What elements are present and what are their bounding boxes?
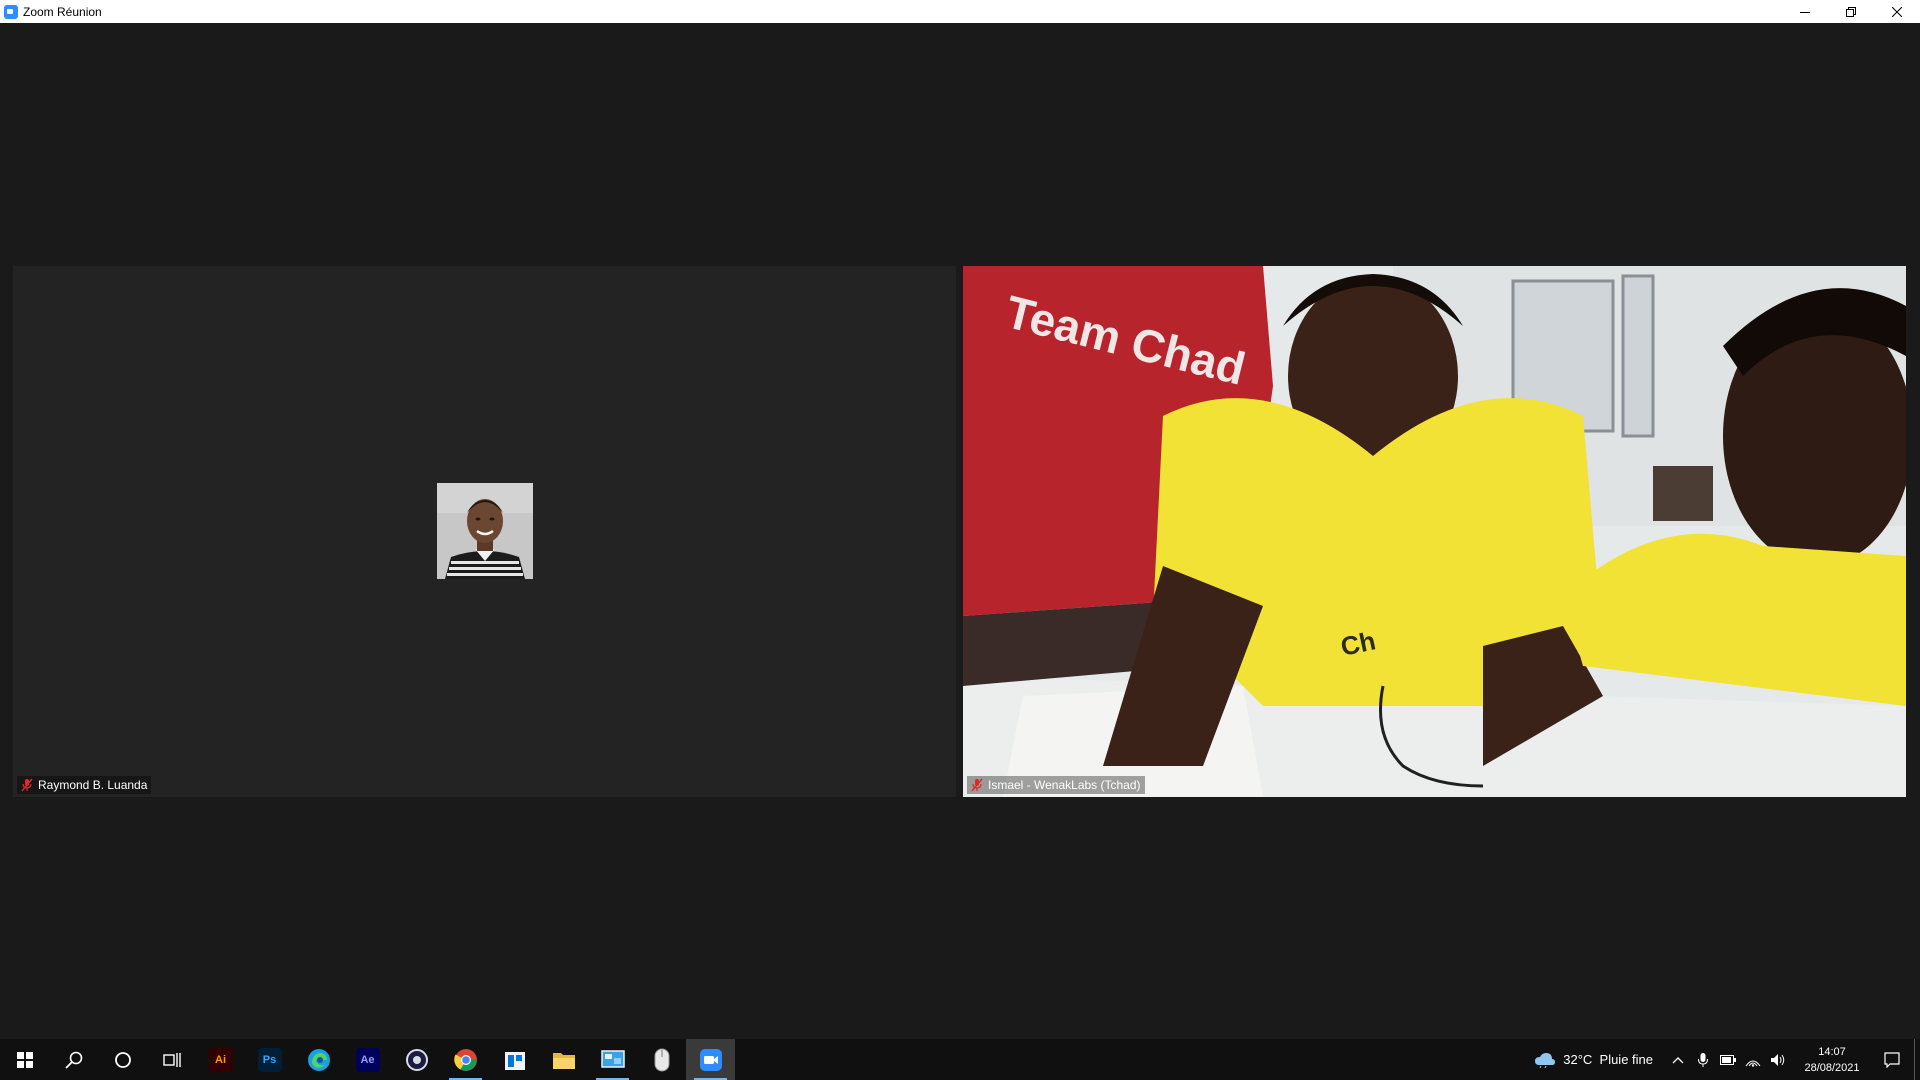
- store-icon: [504, 1051, 525, 1070]
- illustrator-button[interactable]: Ai: [196, 1039, 245, 1080]
- participant-tile[interactable]: Raymond B. Luanda: [13, 266, 956, 797]
- after-effects-button[interactable]: Ae: [343, 1039, 392, 1080]
- control-panel-button[interactable]: [588, 1039, 637, 1080]
- microphone-icon: [1697, 1052, 1708, 1067]
- after-effects-icon: Ae: [355, 1047, 380, 1072]
- edge-icon: [307, 1048, 330, 1071]
- chrome-icon: [453, 1048, 477, 1071]
- cinema4d-button[interactable]: [392, 1039, 441, 1080]
- store-button[interactable]: [490, 1039, 539, 1080]
- task-view-button[interactable]: [147, 1039, 196, 1080]
- action-center-button[interactable]: [1870, 1039, 1914, 1080]
- clock-time: 14:07: [1818, 1045, 1846, 1058]
- close-icon: [1892, 6, 1902, 17]
- task-view-icon: [162, 1052, 181, 1067]
- participant-name: Ismael - WenakLabs (Tchad): [988, 778, 1141, 792]
- weather-widget[interactable]: 32°C Pluie fine: [1534, 1052, 1653, 1068]
- volume-tray-button[interactable]: [1765, 1039, 1790, 1080]
- photoshop-button[interactable]: Ps: [245, 1039, 294, 1080]
- notification-icon: [1884, 1051, 1900, 1068]
- file-explorer-button[interactable]: [539, 1039, 588, 1080]
- restore-icon: [1846, 6, 1856, 17]
- microphone-tray-button[interactable]: [1690, 1039, 1715, 1080]
- restore-button[interactable]: [1828, 0, 1874, 23]
- mic-muted-icon: [971, 778, 983, 792]
- control-panel-icon: [600, 1049, 625, 1068]
- speaker-icon: [1770, 1053, 1784, 1066]
- mic-muted-icon: [21, 778, 33, 792]
- photoshop-icon: Ps: [257, 1047, 282, 1072]
- profile-photo: [437, 483, 533, 579]
- cortana-circle-icon: [114, 1051, 131, 1068]
- windows-start-icon: [16, 1051, 33, 1068]
- cinema4d-icon: [405, 1048, 428, 1071]
- window-controls: [1782, 0, 1920, 23]
- clock-date: 28/08/2021: [1804, 1061, 1860, 1074]
- zoom-camera-icon: [699, 1048, 722, 1071]
- participant-tile[interactable]: Team Chad Ch Ismael - WenakLabs (Tchad): [963, 266, 1906, 797]
- battery-icon: [1719, 1054, 1736, 1065]
- teamviewer-button[interactable]: [637, 1039, 686, 1080]
- illustrator-icon: Ai: [208, 1047, 233, 1072]
- chrome-button[interactable]: [441, 1039, 490, 1080]
- wifi-icon: [1745, 1060, 1760, 1067]
- network-tray-button[interactable]: [1740, 1039, 1765, 1080]
- search-button[interactable]: [49, 1039, 98, 1080]
- cloud-rain-icon: [1535, 1052, 1556, 1068]
- zoom-icon: [4, 4, 18, 19]
- zoom-button[interactable]: [686, 1039, 735, 1080]
- taskbar: Ai Ps Ae 32°C Pluie fine 14:07 28/08/202…: [0, 1039, 1920, 1080]
- window-title: Zoom Réunion: [23, 4, 102, 19]
- participant-name-tag: Raymond B. Luanda: [17, 776, 152, 794]
- participant-video: Team Chad Ch: [963, 266, 1906, 797]
- edge-button[interactable]: [294, 1039, 343, 1080]
- search-icon: [64, 1051, 82, 1069]
- avatar: [437, 483, 533, 579]
- battery-tray-button[interactable]: [1715, 1039, 1740, 1080]
- system-tray: 32°C Pluie fine 14:07 28/08/2021: [1534, 1039, 1920, 1080]
- show-hidden-icons-button[interactable]: [1665, 1039, 1690, 1080]
- meeting-area: Raymond B. Luanda Team Chad Ch Ismael - …: [0, 23, 1920, 1039]
- folder-icon: [552, 1052, 575, 1069]
- clock[interactable]: 14:07 28/08/2021: [1794, 1044, 1870, 1076]
- participant-name: Raymond B. Luanda: [38, 778, 148, 792]
- minimize-button[interactable]: [1782, 0, 1828, 23]
- start-button[interactable]: [0, 1039, 49, 1080]
- participant-name-tag: Ismael - WenakLabs (Tchad): [967, 776, 1145, 794]
- chevron-up-icon: [1672, 1056, 1683, 1063]
- weather-text: 32°C Pluie fine: [1563, 1052, 1653, 1067]
- minimize-icon: [1800, 11, 1810, 13]
- cortana-button[interactable]: [98, 1039, 147, 1080]
- mouse-icon: [654, 1048, 669, 1071]
- title-bar: Zoom Réunion: [0, 0, 1920, 23]
- show-desktop-button[interactable]: [1914, 1039, 1920, 1080]
- close-button[interactable]: [1874, 0, 1920, 23]
